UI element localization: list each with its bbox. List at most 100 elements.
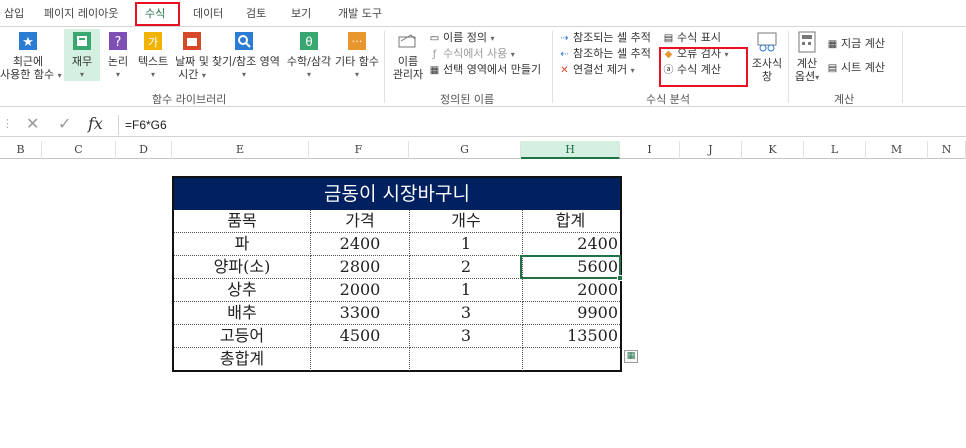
lookup-button[interactable]: 찾기/참조 영역 ▾ — [212, 29, 280, 81]
watch-window-button[interactable]: 조사식 창 — [748, 29, 786, 83]
trace-precedents-icon: ⇢ — [560, 33, 569, 44]
table-cell[interactable]: 2000 — [523, 279, 620, 302]
ribbon: ★ 최근에 사용한 함수 ▾ 재무 ▾ ? 논리 ▾ 가 텍스트 ▾ 날짜 및 … — [0, 27, 966, 107]
more-functions-icon: ··· — [348, 32, 366, 50]
logical-button[interactable]: ? 논리 ▾ — [104, 29, 132, 81]
highlight-box-auditing — [659, 47, 748, 87]
table-cell[interactable]: 9900 — [523, 302, 620, 325]
tab-view[interactable]: 보기 — [291, 5, 311, 23]
datetime-label-2: 시간 ▾ — [178, 68, 206, 81]
column-header-i[interactable]: I — [620, 141, 680, 159]
table-cell[interactable]: 4500 — [311, 325, 410, 348]
tab-insert[interactable]: 삽입 — [4, 5, 24, 23]
watch-window-icon — [757, 32, 777, 52]
column-header-m[interactable]: M — [866, 141, 928, 159]
tab-page-layout[interactable]: 페이지 레이아웃 — [44, 5, 118, 23]
tab-review[interactable]: 검토 — [246, 5, 266, 23]
table-cell[interactable]: 2000 — [311, 279, 410, 302]
tab-data[interactable]: 데이터 — [193, 5, 223, 23]
table-cell[interactable]: 배추 — [174, 302, 311, 325]
math-icon: θ — [300, 32, 318, 50]
financial-button[interactable]: 재무 ▾ — [64, 29, 100, 81]
text-function-icon: 가 — [144, 32, 162, 50]
trace-precedents-button[interactable]: ⇢ 참조되는 셀 추적 — [558, 31, 651, 46]
table-cell[interactable]: 3300 — [311, 302, 410, 325]
financial-label: 재무 — [71, 55, 93, 68]
text-label: 텍스트 — [137, 55, 169, 68]
more-label: 기타 함수 — [335, 55, 379, 68]
column-header-d[interactable]: D — [116, 141, 172, 159]
insert-function-icon[interactable]: fx — [88, 114, 103, 133]
recent-functions-button[interactable]: ★ 최근에 사용한 함수 ▾ — [0, 29, 62, 82]
math-button[interactable]: θ 수학/삼각 ▾ — [282, 29, 336, 81]
column-header-e[interactable]: E — [172, 141, 309, 159]
define-name-button[interactable]: ▭ 이름 정의 ▾ — [428, 31, 495, 46]
column-header-f[interactable]: F — [309, 141, 409, 159]
svg-text:?: ? — [115, 35, 122, 50]
column-header-b[interactable]: B — [0, 141, 42, 159]
calc-sheet-button[interactable]: ▤ 시트 계산 — [826, 61, 885, 76]
table-cell[interactable]: 파 — [174, 233, 311, 256]
cancel-icon[interactable]: ✕ — [26, 114, 39, 133]
column-header-c[interactable]: C — [42, 141, 116, 159]
calc-now-button[interactable]: ▦ 지금 계산 — [826, 37, 885, 52]
more-functions-button[interactable]: ··· 기타 함수 ▾ — [334, 29, 380, 81]
text-button[interactable]: 가 텍스트 ▾ — [136, 29, 170, 81]
name-manager-button[interactable]: 이름 관리자 — [388, 29, 428, 81]
group-label-function-library: 함수 라이브러리 — [152, 93, 227, 106]
table-cell[interactable]: 2400 — [311, 233, 410, 256]
use-in-formula-button[interactable]: ƒ 수식에서 사용 ▾ — [428, 47, 515, 62]
enter-check-icon[interactable]: ✓ — [58, 114, 71, 133]
fx-small-icon: ƒ — [432, 49, 437, 60]
table-cell[interactable]: 상추 — [174, 279, 311, 302]
calc-options-button[interactable]: 계산 옵션▾ — [792, 29, 822, 84]
column-header-k[interactable]: K — [742, 141, 804, 159]
tab-developer[interactable]: 개발 도구 — [338, 5, 382, 23]
table-cell[interactable]: 고등어 — [174, 325, 311, 348]
remove-arrows-button[interactable]: ✕ 연결선 제거 ▾ — [558, 63, 634, 78]
table-cell[interactable]: 2400 — [523, 233, 620, 256]
table-cell[interactable]: 양파(소) — [174, 256, 311, 279]
star-icon: ★ — [19, 32, 37, 50]
table-cell[interactable] — [410, 348, 523, 371]
table-cell[interactable]: 13500 — [523, 325, 620, 348]
more-options-icon[interactable]: ⋮ — [2, 117, 13, 130]
logical-label: 논리 — [107, 55, 129, 68]
table-cell[interactable] — [523, 348, 620, 371]
datetime-button[interactable]: 날짜 및 시간 ▾ — [172, 29, 212, 82]
watch-label-1: 조사식 — [751, 57, 783, 70]
show-formulas-icon: ▤ — [663, 33, 674, 44]
recent-label-1: 최근에 — [12, 55, 44, 68]
formula-bar: ⋮ ✕ ✓ fx =F6*G6 — [0, 113, 966, 137]
tag-icon: ▭ — [429, 33, 440, 44]
trace-dependents-button[interactable]: ⇠ 참조하는 셀 추적 — [558, 47, 651, 62]
trace-dependents-icon: ⇠ — [560, 49, 569, 60]
table-cell[interactable]: 3 — [410, 325, 523, 348]
calendar-icon — [183, 32, 201, 50]
table-cell-grand-total-label[interactable]: 총합계 — [174, 348, 311, 371]
header-cell-item[interactable]: 품목 — [174, 210, 311, 233]
svg-text:θ: θ — [305, 35, 312, 49]
ribbon-tabs: 삽입 페이지 레이아웃 수식 데이터 검토 보기 개발 도구 — [0, 0, 966, 27]
column-header-n[interactable]: N — [928, 141, 966, 159]
column-header-g[interactable]: G — [409, 141, 521, 159]
table-cell[interactable]: 3 — [410, 302, 523, 325]
table-cell[interactable] — [311, 348, 410, 371]
table-cell[interactable]: 2800 — [311, 256, 410, 279]
column-header-l[interactable]: L — [804, 141, 866, 159]
table-cell[interactable]: 1 — [410, 233, 523, 256]
table-cell[interactable]: 2 — [410, 256, 523, 279]
paste-options-icon[interactable]: ▦ — [624, 350, 638, 363]
show-formulas-button[interactable]: ▤ 수식 표시 — [662, 31, 721, 46]
fill-handle[interactable] — [617, 275, 623, 281]
table-title[interactable]: 금동이 시장바구니 — [174, 178, 620, 210]
header-cell-total[interactable]: 합계 — [523, 210, 620, 233]
header-cell-price[interactable]: 가격 — [311, 210, 410, 233]
name-manager-label-2: 관리자 — [392, 68, 424, 81]
formula-input[interactable]: =F6*G6 — [118, 115, 966, 135]
header-cell-count[interactable]: 개수 — [410, 210, 523, 233]
column-header-j[interactable]: J — [680, 141, 742, 159]
create-from-selection-button[interactable]: ▦ 선택 영역에서 만들기 — [428, 63, 541, 78]
column-header-h[interactable]: H — [521, 141, 620, 159]
table-cell[interactable]: 1 — [410, 279, 523, 302]
